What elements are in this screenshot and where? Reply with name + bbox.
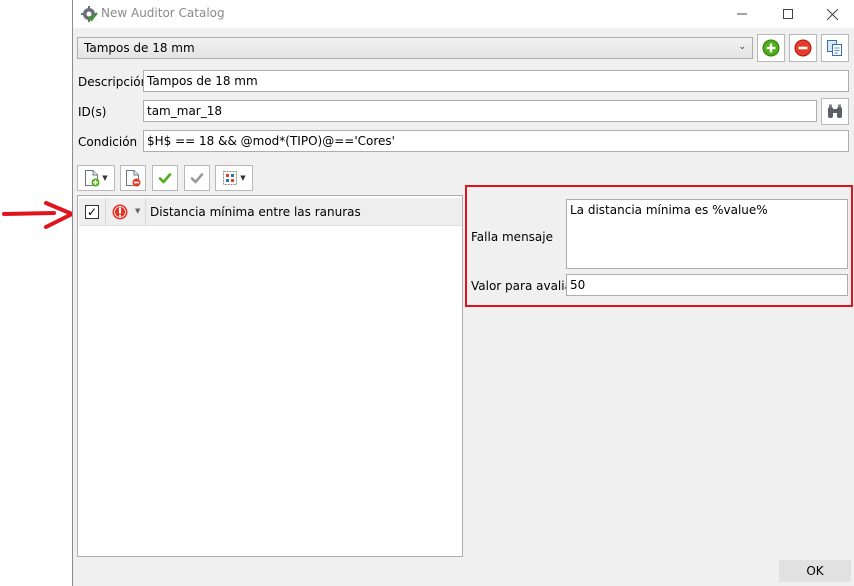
severity-dropdown-icon[interactable]: ▼ xyxy=(135,207,140,215)
auditor-catalog-window: New Auditor Catalog Tampos de 18 mm ⌄ De… xyxy=(72,0,854,586)
descripcion-label: Descripción xyxy=(78,75,149,89)
plus-circle-icon xyxy=(762,39,780,57)
rule-list[interactable]: ✓ ▼ Distancia mínima entre las ranuras xyxy=(77,195,463,557)
condicion-input[interactable]: $H$ == 18 && @mod*(TIPO)@=='Cores' xyxy=(143,130,849,152)
catalog-select[interactable]: Tampos de 18 mm ⌄ xyxy=(77,37,753,59)
dropdown-arrow-icon: ▼ xyxy=(102,174,108,182)
rule-details-panel: Falla mensaje La distancia mínima es %va… xyxy=(465,185,853,307)
copy-catalog-button[interactable] xyxy=(821,34,849,62)
check-gray-icon xyxy=(190,173,204,184)
rule-enabled-checkbox[interactable]: ✓ xyxy=(85,205,99,219)
falla-mensaje-label: Falla mensaje xyxy=(471,230,553,244)
close-icon xyxy=(826,8,838,20)
close-button[interactable] xyxy=(809,0,854,28)
enable-rule-button[interactable] xyxy=(152,165,178,191)
new-rule-button[interactable]: ▼ xyxy=(77,165,115,191)
column-separator xyxy=(145,199,146,225)
new-document-icon xyxy=(85,170,100,187)
rule-row[interactable]: ✓ ▼ Distancia mínima entre las ranuras xyxy=(79,198,462,226)
app-gear-check-icon xyxy=(81,6,98,22)
dropdown-arrow-icon: ▼ xyxy=(240,174,246,182)
falla-mensaje-textarea[interactable]: La distancia mínima es %value% xyxy=(566,199,848,269)
minimize-icon xyxy=(737,13,747,15)
grid-select-icon xyxy=(223,171,238,185)
condicion-label: Condición xyxy=(78,135,138,149)
descripcion-input[interactable]: Tampos de 18 mm xyxy=(143,70,849,92)
rule-name: Distancia mínima entre las ranuras xyxy=(150,205,361,219)
ok-button[interactable]: OK xyxy=(779,560,851,582)
valor-label: Valor para avaliar xyxy=(471,279,577,293)
maximize-icon xyxy=(783,9,793,19)
find-button[interactable] xyxy=(821,98,849,125)
ids-label: ID(s) xyxy=(78,105,107,119)
window-title: New Auditor Catalog xyxy=(101,6,225,20)
disable-rule-button[interactable] xyxy=(184,165,210,191)
valor-input[interactable]: 50 xyxy=(566,274,848,296)
check-green-icon xyxy=(158,173,172,184)
delete-document-icon xyxy=(126,170,141,187)
add-catalog-button[interactable] xyxy=(757,34,785,62)
minus-circle-icon xyxy=(794,39,812,57)
maximize-button[interactable] xyxy=(765,0,811,28)
chevron-down-icon: ⌄ xyxy=(738,42,746,52)
copy-icon xyxy=(827,40,842,56)
error-severity-icon[interactable] xyxy=(112,204,128,220)
title-bar: New Auditor Catalog xyxy=(73,0,854,28)
ids-input[interactable]: tam_mar_18 xyxy=(143,100,817,122)
catalog-select-value: Tampos de 18 mm xyxy=(84,41,195,55)
red-arrow-annotation xyxy=(2,201,74,229)
select-options-button[interactable]: ▼ xyxy=(215,165,253,191)
delete-rule-button[interactable] xyxy=(120,165,146,191)
screenshot-canvas: New Auditor Catalog Tampos de 18 mm ⌄ De… xyxy=(0,0,854,586)
column-separator xyxy=(105,199,106,225)
minimize-button[interactable] xyxy=(719,0,765,28)
remove-catalog-button[interactable] xyxy=(789,34,817,62)
binoculars-icon xyxy=(828,104,842,118)
